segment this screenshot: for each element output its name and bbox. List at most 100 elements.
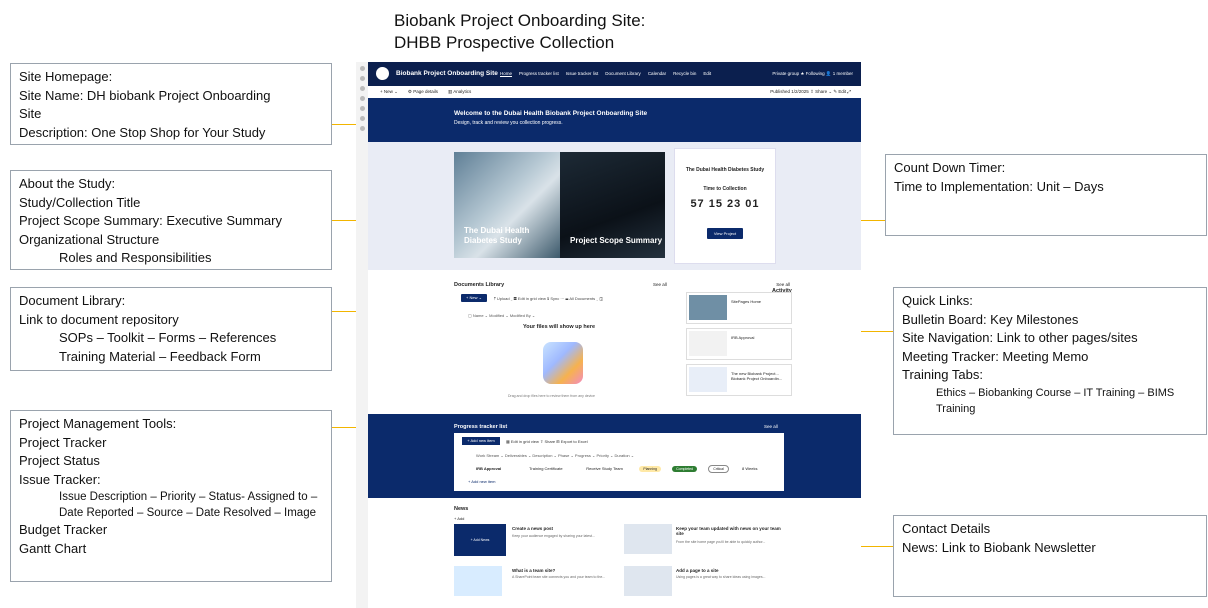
title-line-1: Biobank Project Onboarding Site: [394,11,646,30]
documents-section: Documents Library See all + New ⌄ ⤒ Uplo… [368,276,861,412]
news-item-title[interactable]: Keep your team updated with news on your… [676,526,786,536]
nav-issue-tracker[interactable]: Issue tracker list [566,71,599,76]
docs-empty-message: Your files will show up here [523,324,596,330]
news-title: News [454,506,469,512]
box-line: Issue Description – Priority – Status- A… [59,491,318,519]
box-heading: Site Homepage: [19,69,113,84]
box-heading: About the Study: [19,176,116,191]
documents-see-all-link[interactable]: See all [653,282,667,287]
box-line: Meeting Tracker: Meeting Memo [902,348,1089,364]
box-line: Link to document repository [19,311,179,327]
box-heading: Quick Links: [902,293,973,308]
nav-edit[interactable]: Edit [703,71,711,76]
news-item-title[interactable]: Create a news post [512,526,622,531]
site-header: Biobank Project Onboarding Site Home Pro… [368,62,861,86]
nav-home[interactable]: Home [500,71,512,76]
about-study-box: About the Study: Study/Collection Title … [10,170,332,270]
countdown-title: The Dubai Health Diabetes Study [685,167,765,173]
box-heading: Count Down Timer: [894,160,1006,175]
hero-section: The Dubai Health Diabetes Study Project … [368,142,861,270]
add-news-tile[interactable]: + Add News [454,524,506,556]
activity-text: IRB Approval [731,335,755,340]
analytics-button[interactable]: ▥ Analytics [448,89,471,95]
tracker-toolbar[interactable]: ▦ Edit in grid view ⇪ Share ⊞ Export to … [506,439,588,444]
docs-new-button[interactable]: + New ⌄ [461,294,487,302]
box-heading: Project Management Tools: [19,416,177,431]
page-icon [689,367,727,392]
countdown-card: The Dubai Health Diabetes Study Time to … [674,148,776,264]
view-project-button[interactable]: View Project [706,228,744,239]
progress-tracker-section: Progress tracker list See all + Add new … [368,414,861,498]
box-line: Training Tabs: [902,367,983,382]
box-heading: Contact Details [902,521,991,536]
nav-progress-tracker[interactable]: Progress tracker list [519,71,559,76]
news-thumbnail [624,566,672,596]
scope-tile[interactable]: Project Scope Summary [560,152,665,258]
row-duration: 8 Weeks [742,466,758,471]
document-library-box: Document Library: Link to document repos… [10,287,332,371]
publish-share-edit[interactable]: Published 1/2/2025 ⇪ Share ⌄ ✎ Edit ⤢ [770,89,851,95]
site-name[interactable]: Biobank Project Onboarding Site [396,70,498,77]
activity-text: SitePages Home [731,299,762,304]
nav-document-library[interactable]: Document Library [605,71,641,76]
news-item-title[interactable]: Add a page to a site [676,568,786,573]
site-homepage-box: Site Homepage: Site Name: DH biobank Pro… [10,63,332,145]
news-item-summary: From the site home page you'll be able t… [676,540,766,544]
table-row[interactable]: IRB Approval Training Certificate Receiv… [476,465,758,473]
news-item-title[interactable]: What is a team site? [512,568,622,573]
box-line: News: Link to Biobank Newsletter [902,539,1096,555]
tracker-see-all-link[interactable]: See all [764,424,778,429]
row-workstream: IRB Approval [476,466,502,471]
activity-thumbnail [689,295,727,320]
docs-toolbar[interactable]: ⤒ Upload ⌄ ▦ Edit in grid view ⇪ Sync ··… [494,296,603,301]
box-line: Site Name: DH biobank Project Onboarding [19,87,271,103]
box-line: Training Material – Feedback Form [59,348,261,364]
news-add-button[interactable]: + Add [454,516,464,521]
files-illustration-icon [543,342,583,384]
box-line: Roles and Responsibilities [59,250,212,265]
countdown-numbers: 57 15 23 01 [690,198,760,210]
title-line-2: DHBB Prospective Collection [394,33,615,52]
tracker-list: + Add new item ▦ Edit in grid view ⇪ Sha… [454,433,784,491]
docs-column-headers[interactable]: ▢ Name ⌄ Modified ⌄ Modified By ⌄ [468,313,535,318]
box-line: Time to Implementation: Unit – Days [894,178,1104,194]
page-title: Biobank Project Onboarding Site: DHBB Pr… [394,10,645,54]
box-line: Ethics – Biobanking Course – IT Training… [936,386,1175,415]
news-item-summary: A SharePoint team site connects you and … [512,575,606,579]
box-line: Description: One Stop Shop for Your Stud… [19,124,266,140]
row-priority-badge: Critical [708,465,729,473]
site-logo-icon [376,67,389,80]
tracker-add-link[interactable]: + Add new item [468,479,495,484]
welcome-title: Welcome to the Dubai Health Biobank Proj… [454,110,648,117]
documents-title: Documents Library [454,282,505,288]
box-line: Study/Collection Title [19,194,141,210]
news-thumbnail [454,566,502,596]
top-nav: Home Progress tracker list Issue tracker… [500,71,711,76]
drag-drop-hint: Drag and drop files here to review them … [508,394,595,398]
project-management-box: Project Management Tools: Project Tracke… [10,410,332,582]
box-line: Project Status [19,453,100,468]
document-icon [689,331,727,356]
box-line: Site Navigation: Link to other pages/sit… [902,330,1138,345]
tracker-title: Progress tracker list [454,424,508,430]
tracker-column-headers[interactable]: Work Stream ⌄ Deliverables ⌄ Description… [476,453,634,458]
activity-card[interactable]: SitePages Home [686,292,792,324]
activity-see-all-link[interactable]: See all [776,282,790,287]
activity-card[interactable]: IRB Approval [686,328,792,360]
row-phase-badge: Planning [639,466,661,472]
box-line: Bulletin Board: Key Milestones [902,311,1079,327]
box-heading: Document Library: [19,293,126,308]
quick-links-box: Quick Links: Bulletin Board: Key Milesto… [893,287,1207,435]
countdown-label: Time to Collection [703,186,747,192]
nav-calendar[interactable]: Calendar [648,71,666,76]
activity-card[interactable]: The new Biobank Project... Biobank Proje… [686,364,792,396]
sharepoint-screenshot: Biobank Project Onboarding Site Home Pro… [356,62,861,608]
study-tile[interactable]: The Dubai Health Diabetes Study [454,152,560,258]
app-rail [356,62,368,608]
nav-recycle-bin[interactable]: Recycle bin [673,71,696,76]
page-details-button[interactable]: ⚙ Page details [408,89,438,95]
add-item-button[interactable]: + Add new item [462,437,500,445]
box-line: Project Scope Summary: Executive Summary [19,213,282,228]
new-button[interactable]: + New ⌄ [380,89,398,95]
group-status[interactable]: Private group ★ Following 👤 1 member [772,71,853,77]
